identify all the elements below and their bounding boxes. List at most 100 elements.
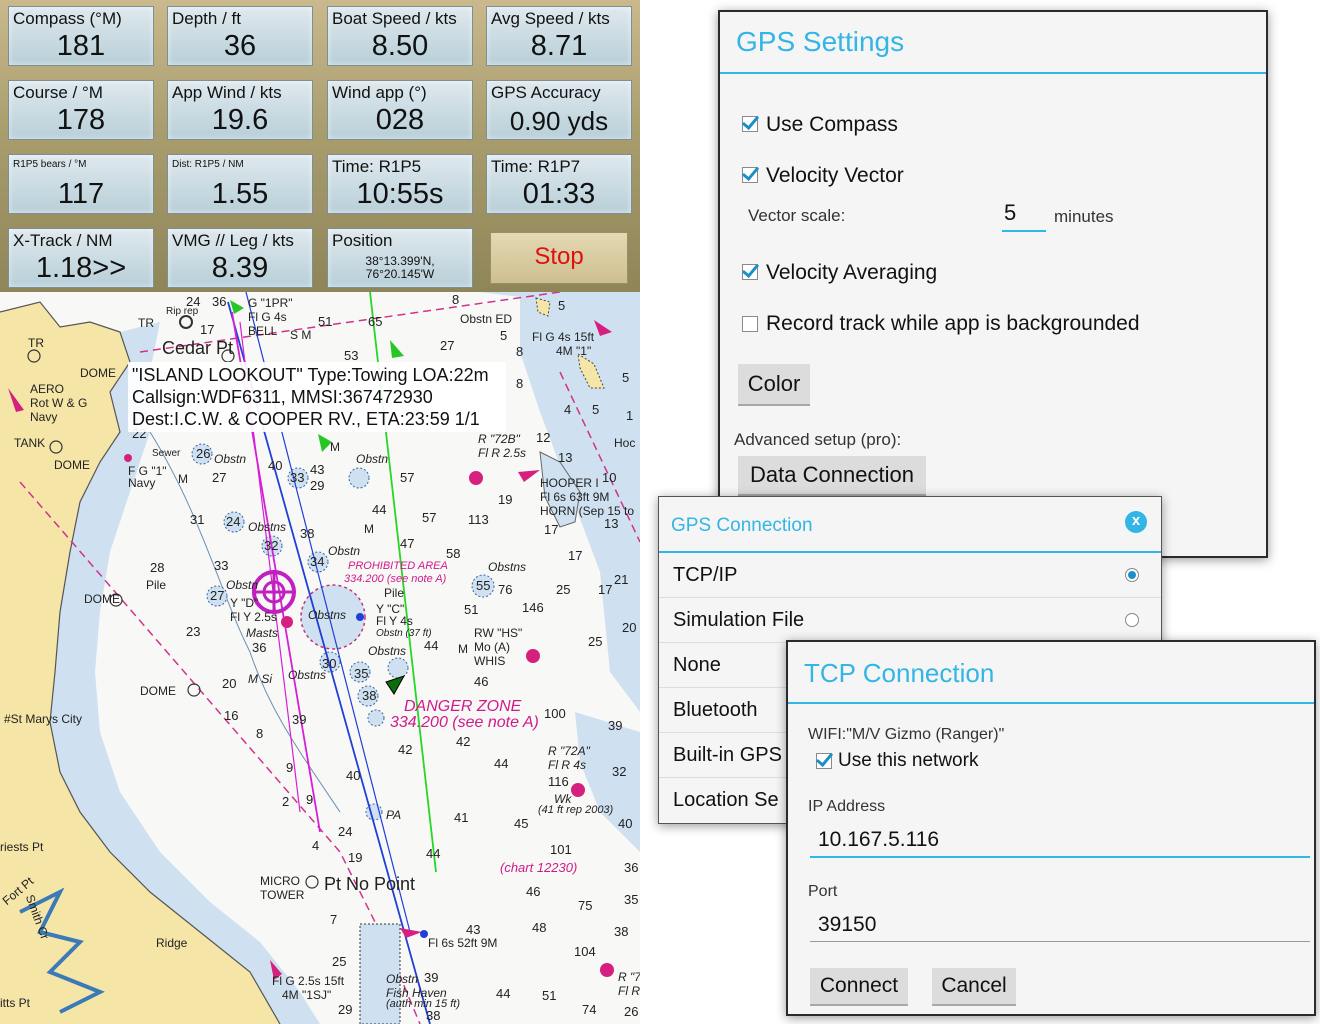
tile-value: 19.6 — [211, 104, 269, 136]
tile-label: VMG // Leg / kts — [172, 231, 294, 250]
use-compass-checkbox[interactable] — [742, 116, 758, 132]
sounding: 20 — [222, 676, 237, 691]
sounding: 46 — [526, 884, 541, 899]
sounding: 51 — [464, 602, 479, 617]
tile-value: 38°13.399'N, 76°20.145'W — [328, 255, 472, 281]
time-r1p7-tile[interactable]: Time: R1P7 01:33 — [486, 154, 632, 214]
sounding: 8 — [516, 376, 524, 391]
tile-label: Course / °M — [13, 83, 103, 102]
chart-label: Cedar Pt — [162, 338, 234, 358]
tile-value: 1.18>> — [35, 252, 127, 284]
sounding: 116 — [548, 774, 569, 789]
chart-label: Fl G 4s 15ft — [532, 330, 595, 344]
sounding: 2 — [282, 794, 290, 809]
sounding: 34 — [310, 554, 325, 569]
sounding: 19 — [348, 850, 363, 865]
chart-label: DOME — [84, 592, 120, 606]
ip-address-input[interactable]: 10.167.5.116 — [818, 828, 939, 852]
radio-tcp-ip[interactable] — [1125, 568, 1139, 582]
chart-label: Sewer — [152, 448, 181, 459]
sounding: 13 — [558, 450, 573, 465]
record-track-checkbox[interactable] — [742, 316, 758, 332]
dialog-title: GPS Connection — [671, 515, 813, 536]
tile-value: 028 — [375, 104, 425, 136]
position-tile[interactable]: Position 38°13.399'N, 76°20.145'W — [327, 228, 473, 288]
chart-label: Pile — [146, 578, 167, 592]
chart-label: riests Pt — [0, 840, 44, 854]
chart-label: Fl Y 4s — [376, 614, 413, 628]
course-tile[interactable]: Course / °M 178 — [8, 80, 154, 140]
time-r1p5-tile[interactable]: Time: R1P5 10:55s — [327, 154, 473, 214]
chart-label: S M — [290, 328, 312, 342]
sounding: 25 — [556, 582, 571, 597]
stop-button[interactable]: Stop — [490, 232, 628, 284]
chart-label: Fl 6s 63ft 9M — [540, 490, 610, 504]
sounding: 24 — [186, 294, 201, 309]
velocity-averaging-label: Velocity Averaging — [766, 261, 938, 284]
chart-label: WHIS — [474, 654, 506, 668]
sounding: 44 — [426, 846, 441, 861]
wind-angle-tile[interactable]: Wind app (°) 028 — [327, 80, 473, 140]
depth-tile[interactable]: Depth / ft 36 — [167, 6, 313, 66]
chart-label: G "1PR" — [248, 296, 293, 310]
option-label: TCP/IP — [673, 564, 738, 586]
sounding: 44 — [372, 502, 387, 517]
compass-tile[interactable]: Compass (°M) 181 — [8, 6, 154, 66]
ais-target-popup[interactable]: "ISLAND LOOKOUT" Type:Towing LOA:22m Cal… — [128, 362, 506, 432]
avg-speed-tile[interactable]: Avg Speed / kts 8.71 — [486, 6, 632, 66]
sounding: 4 — [312, 838, 320, 853]
chart-label: Navy — [30, 410, 58, 424]
nautical-chart[interactable]: Cedar Pt TR TR DOME AERO Rot W & G Navy … — [0, 292, 640, 1024]
option-label: Bluetooth — [673, 699, 758, 721]
ais-callsign: Callsign:WDF6311, MMSI:367472930 — [132, 387, 433, 407]
chart-label: Navy — [128, 476, 156, 490]
radio-simulation-file[interactable] — [1125, 613, 1139, 627]
connect-button[interactable]: Connect — [810, 968, 908, 1006]
cancel-button[interactable]: Cancel — [932, 968, 1016, 1006]
sounding: 12 — [536, 430, 551, 445]
sounding: 40 — [268, 458, 283, 473]
data-connection-button[interactable]: Data Connection — [738, 456, 926, 496]
sounding: 74 — [582, 1002, 597, 1017]
vmg-tile[interactable]: VMG // Leg / kts 8.39 — [167, 228, 313, 288]
option-simulation-file[interactable]: Simulation File — [659, 598, 1161, 642]
cross-track-tile[interactable]: X-Track / NM 1.18>> — [8, 228, 154, 288]
sounding: 8 — [256, 726, 264, 741]
sounding: 8 — [452, 292, 460, 307]
sounding: 40 — [618, 816, 633, 831]
chart-label: TR — [28, 336, 44, 350]
sounding: 25 — [332, 954, 347, 969]
tile-value: 8.50 — [371, 30, 429, 62]
vector-scale-label: Vector scale: — [748, 206, 846, 225]
close-icon[interactable]: x — [1125, 511, 1147, 533]
chart-label: MICRO — [260, 874, 300, 888]
velocity-vector-checkbox[interactable] — [742, 167, 758, 183]
vector-scale-input[interactable]: 5 — [1002, 200, 1046, 232]
sounding: 28 — [150, 560, 165, 575]
sounding: 27 — [210, 588, 225, 603]
app-wind-tile[interactable]: App Wind / kts 19.6 — [167, 80, 313, 140]
sounding: 26 — [624, 1004, 639, 1019]
boat-speed-tile[interactable]: Boat Speed / kts 8.50 — [327, 6, 473, 66]
chart-label: R "7 — [618, 970, 640, 984]
option-tcp-ip[interactable]: TCP/IP — [659, 553, 1161, 597]
chart-label: Obstns — [288, 668, 327, 682]
sounding: 36 — [212, 294, 227, 309]
use-network-checkbox[interactable] — [816, 753, 832, 769]
velocity-averaging-checkbox[interactable] — [742, 264, 758, 280]
tile-label: Position — [332, 231, 393, 250]
distance-tile[interactable]: Dist: R1P5 / NM 1.55 — [167, 154, 313, 214]
sounding: 76 — [498, 582, 513, 597]
sounding: 38 — [362, 688, 377, 703]
sounding: 75 — [578, 898, 593, 913]
chart-label: Fl G 2.5s 15ft — [272, 974, 345, 988]
color-button[interactable]: Color — [738, 364, 810, 406]
sounding: 19 — [498, 492, 513, 507]
chart-label: (auth min 15 ft) — [386, 998, 460, 1010]
chart-label: Obstn ED — [460, 312, 513, 326]
port-input[interactable]: 39150 — [818, 913, 876, 937]
bearing-tile[interactable]: R1P5 bears / °M 117 — [8, 154, 154, 214]
gps-accuracy-tile[interactable]: GPS Accuracy 0.90 yds — [486, 80, 632, 140]
chart-label: M — [330, 440, 340, 454]
tile-label: App Wind / kts — [172, 83, 282, 102]
